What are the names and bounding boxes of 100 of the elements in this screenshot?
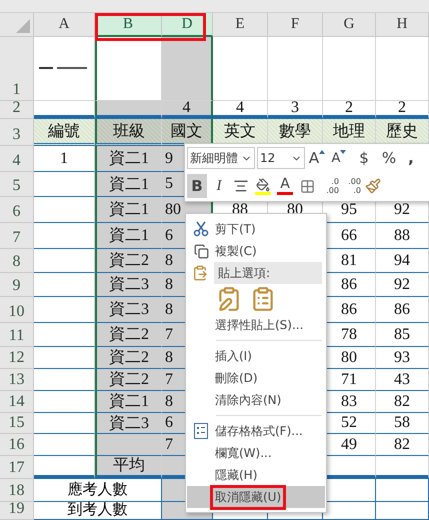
table-cell: 資二3 [95,273,162,297]
row-header[interactable]: 10 [0,297,34,323]
caret-icon [319,150,326,154]
row-header[interactable]: 18 [0,479,34,502]
table-cell [34,297,95,323]
table-cell: 資二1 [95,197,162,223]
table-cell: 58 [376,413,429,434]
table-cell: 2 [376,101,429,119]
grid-icon [300,178,314,194]
table-cell [213,37,268,101]
comma-button[interactable]: , [401,146,421,170]
column-title-cell: 班級 [95,119,162,146]
paintbrush-icon [365,178,381,194]
column-header[interactable]: F [268,13,323,37]
copy-icon [194,244,208,258]
row-header[interactable]: 12 [0,347,34,369]
align-center-icon [233,178,249,194]
caret-icon [340,150,346,154]
menu-item-label: 選擇性貼上(S)... [214,316,304,334]
menu-item-label: 隱藏(H) [214,466,258,484]
table-cell: 86 [376,297,429,323]
table-cell: 平均 [95,456,162,479]
increase-decimal-button[interactable]: .0 .00 [319,174,339,198]
table-cell [34,434,95,456]
table-cell [34,413,95,434]
table-cell [95,101,162,119]
row-header[interactable]: 13 [0,369,34,391]
table-cell [34,273,95,297]
grow-font-button[interactable]: A [307,146,327,170]
bold-button[interactable]: B [187,174,207,198]
menu-item[interactable]: 隱藏(H) [187,464,325,486]
column-header[interactable]: G [323,13,376,37]
table-cell [376,456,429,479]
table-cell [376,479,429,502]
menu-item-label: 儲存格格式(F)... [214,422,304,440]
menu-item-label: 插入(I) [214,348,253,364]
column-title-cell: 編號 [34,119,95,146]
shrink-font-button[interactable]: A [329,146,349,170]
table-cell: 到考人數 [34,502,162,520]
table-cell: 資二1 [95,146,162,172]
table-cell [162,37,213,101]
row-header[interactable]: 4 [0,146,34,172]
table-cell [34,172,95,197]
table-cell: 94 [376,249,429,273]
blurred-text-drawing [39,67,89,70]
row-header[interactable]: 17 [0,456,34,479]
menu-item-label: 欄寬(W)... [214,444,273,462]
table-cell [34,223,95,249]
row-header[interactable]: 19 [0,502,34,520]
table-cell [34,391,95,413]
font-dropdown[interactable]: 新細明體 [187,147,255,169]
table-cell [34,323,95,347]
table-cell: 3 [268,101,323,119]
menu-item-label: 剪下(T) [214,220,257,238]
row-header[interactable]: 6 [0,197,34,223]
menu-item[interactable]: 取消隱藏(U) [187,486,325,508]
table-cell: 資二2 [95,249,162,273]
row-header[interactable]: 9 [0,273,34,297]
column-header[interactable]: E [213,13,268,37]
table-cell [376,37,429,101]
menu-heading: 貼上選項: [214,262,322,284]
row-header[interactable]: 5 [0,172,34,197]
menu-item-label: 刪除(D) [214,370,259,386]
table-cell [34,369,95,391]
font-size-dropdown[interactable]: 12 [257,147,305,169]
column-header[interactable]: H [376,13,429,37]
table-cell: 4 [162,101,213,119]
table-cell: 資二2 [95,369,162,391]
column-header[interactable]: A [34,13,95,37]
table-cell: 92 [376,273,429,297]
row-header[interactable]: 15 [0,413,34,434]
clipboard-icon [192,265,208,281]
percent-button[interactable]: % [379,146,399,170]
decrease-decimal-button[interactable]: .00 .0 [341,174,361,198]
row-header[interactable]: 8 [0,249,34,273]
table-cell: 82 [376,434,429,456]
table-cell: 資二1 [95,223,162,249]
row-header[interactable]: 1 [0,37,34,101]
menu-item-label: 清除內容(N) [214,392,282,408]
scissors-icon [193,221,209,237]
row-header[interactable]: 2 [0,101,34,119]
menu-item-label: 複製(C) [214,242,258,260]
row-header[interactable]: 16 [0,434,34,456]
table-cell: 2 [323,101,376,119]
table-cell: 1 [34,146,95,172]
table-cell [34,456,95,479]
table-cell: 88 [376,223,429,249]
table-cell: 資二2 [95,347,162,369]
row-header[interactable]: 7 [0,223,34,249]
list-icon [194,423,208,439]
table-cell: 85 [376,323,429,347]
row-header[interactable]: 3 [0,119,34,146]
font-color-button[interactable]: A [275,174,295,198]
currency-button[interactable]: $ [351,146,377,170]
row-header[interactable]: 11 [0,323,34,347]
row-header[interactable]: 14 [0,391,34,413]
table-cell [34,347,95,369]
table-cell: 資二2 [95,323,162,347]
table-cell: 資二3 [95,297,162,323]
table-cell: 資二1 [95,172,162,197]
